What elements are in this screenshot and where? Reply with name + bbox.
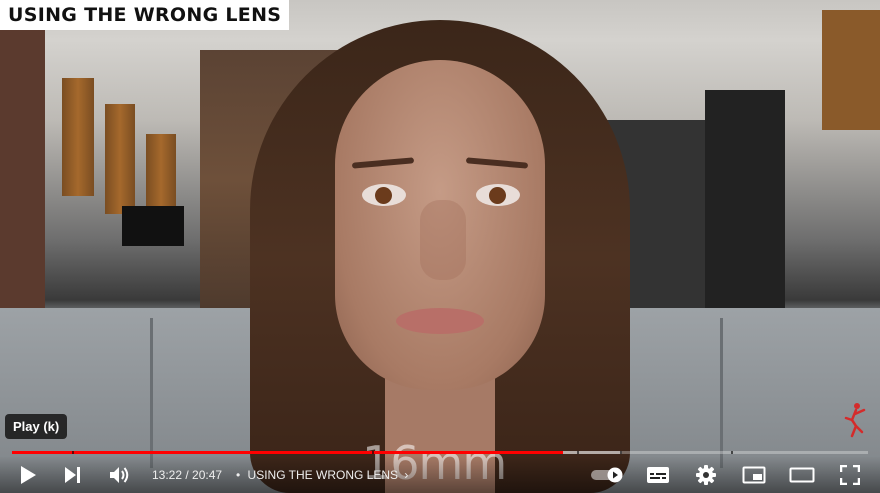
miniplayer-button[interactable]: [739, 460, 769, 490]
fullscreen-icon: [840, 465, 860, 485]
autoplay-toggle-icon: [591, 467, 623, 483]
title-overlay: USING THE WRONG LENS: [0, 0, 290, 30]
chapter-button[interactable]: • USING THE WRONG LENS ›: [236, 468, 408, 482]
chapter-marker: [619, 451, 622, 454]
miniplayer-icon: [742, 466, 766, 484]
next-button[interactable]: [58, 460, 88, 490]
theater-mode-button[interactable]: [787, 460, 817, 490]
fullscreen-button[interactable]: [835, 460, 865, 490]
chapter-marker: [371, 451, 374, 454]
subtitles-button[interactable]: [643, 460, 673, 490]
chapter-title: USING THE WRONG LENS: [247, 468, 399, 482]
volume-icon: [110, 467, 129, 483]
video-player[interactable]: USING THE WRONG LENS 16mm Play (k) 13:22…: [0, 0, 880, 493]
volume-button[interactable]: [105, 460, 135, 490]
gear-icon: [696, 465, 716, 485]
title-overlay-text: USING THE WRONG LENS: [8, 4, 282, 26]
theater-icon: [789, 467, 815, 483]
time-display: 13:22 / 20:47: [152, 468, 223, 482]
chapter-marker: [576, 451, 579, 454]
chapter-chevron-icon: ›: [404, 468, 409, 482]
control-bar: 13:22 / 20:47 • USING THE WRONG LENS ›: [0, 456, 880, 493]
chapter-marker: [71, 451, 74, 454]
autoplay-toggle[interactable]: [590, 460, 626, 490]
play-tooltip: Play (k): [5, 414, 68, 439]
subtitles-icon: [647, 467, 669, 483]
settings-button[interactable]: [691, 460, 721, 490]
chapter-separator: •: [236, 468, 241, 482]
play-icon: [21, 466, 36, 484]
channel-logo-icon: [844, 403, 866, 438]
progress-bar[interactable]: [12, 451, 868, 454]
next-icon: [65, 467, 80, 483]
chapter-marker: [731, 451, 734, 454]
played-bar: [12, 451, 564, 454]
play-button[interactable]: [13, 460, 43, 490]
